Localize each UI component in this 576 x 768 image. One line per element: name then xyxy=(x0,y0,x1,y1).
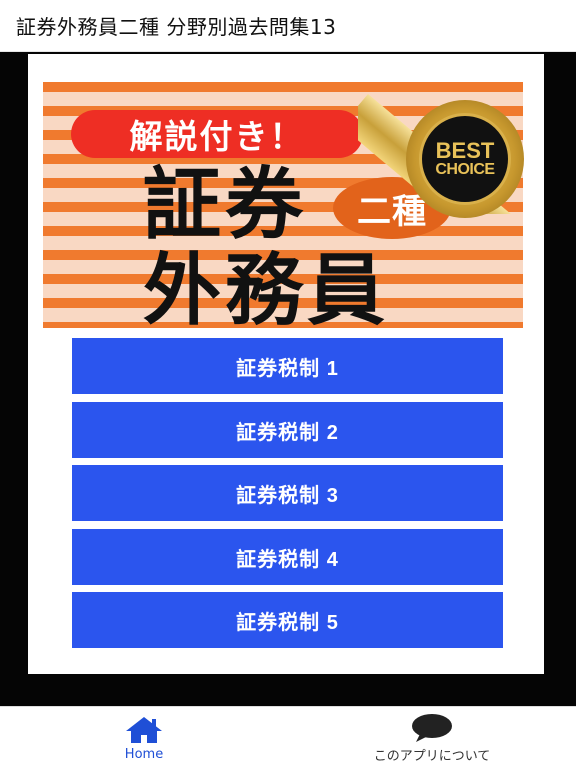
content-frame: 解説付き！ 証券 二種 外務員 BEST CHOICE 証券税制 1 証券税制 … xyxy=(0,52,576,706)
banner-word-securities: 証券 xyxy=(143,160,308,250)
menu-button-tax-2[interactable]: 証券税制 2 xyxy=(72,402,503,458)
nav-item-about[interactable]: このアプリについて xyxy=(288,707,576,768)
menu-button-tax-3[interactable]: 証券税制 3 xyxy=(72,465,503,521)
explanation-pill: 解説付き！ xyxy=(71,110,363,158)
nav-label-about: このアプリについて xyxy=(373,748,491,764)
banner-word-representative: 外務員 xyxy=(143,246,390,328)
menu-button-tax-1[interactable]: 証券税制 1 xyxy=(72,338,503,394)
nav-item-home[interactable]: Home xyxy=(0,707,288,768)
content-panel: 解説付き！ 証券 二種 外務員 BEST CHOICE 証券税制 1 証券税制 … xyxy=(28,54,544,674)
badge-line-choice: CHOICE xyxy=(435,161,495,178)
badge-line-best: BEST xyxy=(435,138,495,163)
app-title: 証券外務員二種 分野別過去問集13 xyxy=(16,15,337,39)
home-icon xyxy=(126,716,162,743)
app-bar: 証券外務員二種 分野別過去問集13 xyxy=(0,0,576,52)
menu-button-tax-5[interactable]: 証券税制 5 xyxy=(72,592,503,648)
menu-button-tax-4[interactable]: 証券税制 4 xyxy=(72,529,503,585)
nav-label-home: Home xyxy=(124,746,164,762)
best-choice-badge: BEST CHOICE xyxy=(406,100,524,218)
badge-inner: BEST CHOICE xyxy=(419,113,511,205)
speech-bubble-icon xyxy=(412,713,452,742)
bottom-navigation: Home このアプリについて xyxy=(0,706,576,768)
